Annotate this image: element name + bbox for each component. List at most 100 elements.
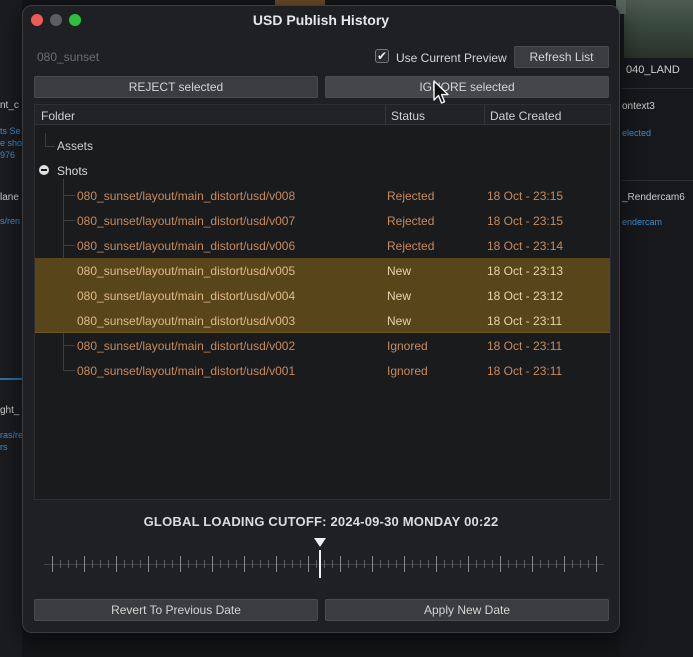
timeline-tick	[300, 560, 301, 568]
background-label: 976	[0, 150, 16, 160]
timeline-tick	[524, 560, 525, 568]
publish-tree-view[interactable]: Folder Status Date Created Assets Shots …	[34, 104, 611, 500]
checkmark-icon: ✔	[376, 49, 388, 63]
background-label: e sho	[0, 138, 22, 148]
row-status: Rejected	[387, 189, 435, 203]
timeline-tick	[396, 560, 397, 568]
timeline-tick	[476, 560, 477, 568]
row-date: 18 Oct - 23:15	[487, 189, 564, 203]
row-folder: 080_sunset/layout/main_distort/usd/v001	[77, 364, 296, 378]
timeline-tick	[60, 560, 61, 568]
timeline-tick	[180, 556, 181, 572]
timeline-current-tick	[319, 550, 321, 578]
timeline-tick	[268, 560, 269, 568]
background-label: _Rendercam6	[622, 192, 685, 203]
timeline-tick	[76, 560, 77, 568]
row-folder: 080_sunset/layout/main_distort/usd/v008	[77, 189, 296, 203]
revert-to-previous-date-button[interactable]: Revert To Previous Date	[34, 599, 318, 621]
title-bar[interactable]: USD Publish History	[23, 6, 619, 34]
timeline-tick	[412, 560, 413, 568]
apply-new-date-button[interactable]: Apply New Date	[325, 599, 609, 621]
column-separator[interactable]	[385, 105, 386, 125]
timeline-tick	[364, 560, 365, 568]
ignore-selected-button[interactable]: IGNORE selected	[325, 76, 609, 98]
timeline-tick	[284, 560, 285, 568]
timeline-tick	[188, 560, 189, 568]
use-current-preview-checkbox[interactable]: ✔	[375, 49, 389, 63]
column-header-folder[interactable]: Folder	[41, 109, 75, 123]
window-title: USD Publish History	[252, 12, 390, 28]
table-row[interactable]: 080_sunset/layout/main_distort/usd/v006 …	[35, 233, 610, 258]
timeline-tick	[356, 560, 357, 568]
timeline-tick	[236, 560, 237, 568]
table-row-selected[interactable]: 080_sunset/layout/main_distort/usd/v004 …	[35, 283, 610, 308]
tree-group-shots[interactable]: Shots	[35, 158, 610, 183]
reject-selected-button[interactable]: REJECT selected	[34, 76, 318, 98]
background-accent-line	[0, 378, 22, 380]
timeline-tick	[260, 560, 261, 568]
collapse-icon[interactable]	[39, 165, 49, 175]
timeline-tick	[580, 560, 581, 568]
timeline-tick	[92, 560, 93, 568]
timeline-tick	[508, 560, 509, 568]
refresh-list-button[interactable]: Refresh List	[514, 46, 609, 68]
timeline-tick	[52, 556, 53, 572]
background-label: lane	[0, 192, 19, 203]
background-label: elected	[622, 128, 652, 138]
row-status: New	[387, 289, 412, 303]
tree-group-assets[interactable]: Assets	[35, 133, 610, 158]
timeline-tick	[452, 560, 453, 568]
row-date: 18 Oct - 23:11	[487, 314, 563, 328]
use-current-preview-label[interactable]: Use Current Preview	[396, 51, 507, 65]
timeline-tick	[204, 560, 205, 568]
column-separator[interactable]	[484, 105, 485, 125]
row-status: New	[387, 264, 412, 278]
cutoff-marker-icon[interactable]	[314, 538, 326, 547]
timeline-tick	[492, 560, 493, 568]
timeline-tick	[292, 560, 293, 568]
group-label: Assets	[57, 139, 94, 153]
timeline-tick	[140, 560, 141, 568]
timeline-tick	[116, 556, 117, 572]
table-row[interactable]: 080_sunset/layout/main_distort/usd/v001 …	[35, 358, 610, 383]
background-label: s/ren	[0, 216, 21, 226]
row-date: 18 Oct - 23:11	[487, 364, 563, 378]
background-right-panel	[620, 0, 693, 657]
timeline-tick	[372, 556, 373, 572]
row-folder: 080_sunset/layout/main_distort/usd/v002	[77, 339, 296, 353]
timeline-tick	[532, 556, 533, 572]
row-date: 18 Oct - 23:14	[487, 239, 564, 253]
timeline-tick	[252, 560, 253, 568]
timeline-tick	[68, 560, 69, 568]
timeline-tick	[572, 560, 573, 568]
table-row-selected[interactable]: 080_sunset/layout/main_distort/usd/v005 …	[35, 258, 610, 283]
timeline-tick	[428, 560, 429, 568]
background-label: ght_	[0, 405, 20, 416]
row-date: 18 Oct - 23:13	[487, 264, 564, 278]
table-row-selected[interactable]: 080_sunset/layout/main_distort/usd/v003 …	[35, 308, 610, 333]
global-loading-cutoff-label: GLOBAL LOADING CUTOFF: 2024-09-30 MONDAY…	[143, 514, 499, 529]
timeline-tick	[124, 560, 125, 568]
table-row[interactable]: 080_sunset/layout/main_distort/usd/v002 …	[35, 333, 610, 358]
row-folder: 080_sunset/layout/main_distort/usd/v007	[77, 214, 296, 228]
timeline-tick	[228, 560, 229, 568]
timeline-tick	[332, 560, 333, 568]
background-label: ontext3	[622, 101, 655, 112]
timeline-tick	[444, 560, 445, 568]
row-date: 18 Oct - 23:11	[487, 339, 563, 353]
table-row[interactable]: 080_sunset/layout/main_distort/usd/v008 …	[35, 183, 610, 208]
column-header-date-created[interactable]: Date Created	[490, 109, 561, 123]
column-header-status[interactable]: Status	[391, 109, 425, 123]
timeline-tick	[196, 560, 197, 568]
background-label: 040_LAND	[626, 64, 680, 76]
row-status: Rejected	[387, 239, 435, 253]
timeline-tick	[156, 560, 157, 568]
cutoff-timeline-slider[interactable]	[34, 536, 611, 590]
background-thumbnail	[624, 0, 693, 58]
table-row[interactable]: 080_sunset/layout/main_distort/usd/v007 …	[35, 208, 610, 233]
group-label: Shots	[57, 164, 88, 178]
row-status: Ignored	[387, 364, 428, 378]
row-status: New	[387, 314, 412, 328]
row-folder: 080_sunset/layout/main_distort/usd/v003	[77, 314, 296, 328]
timeline-tick	[436, 556, 437, 572]
